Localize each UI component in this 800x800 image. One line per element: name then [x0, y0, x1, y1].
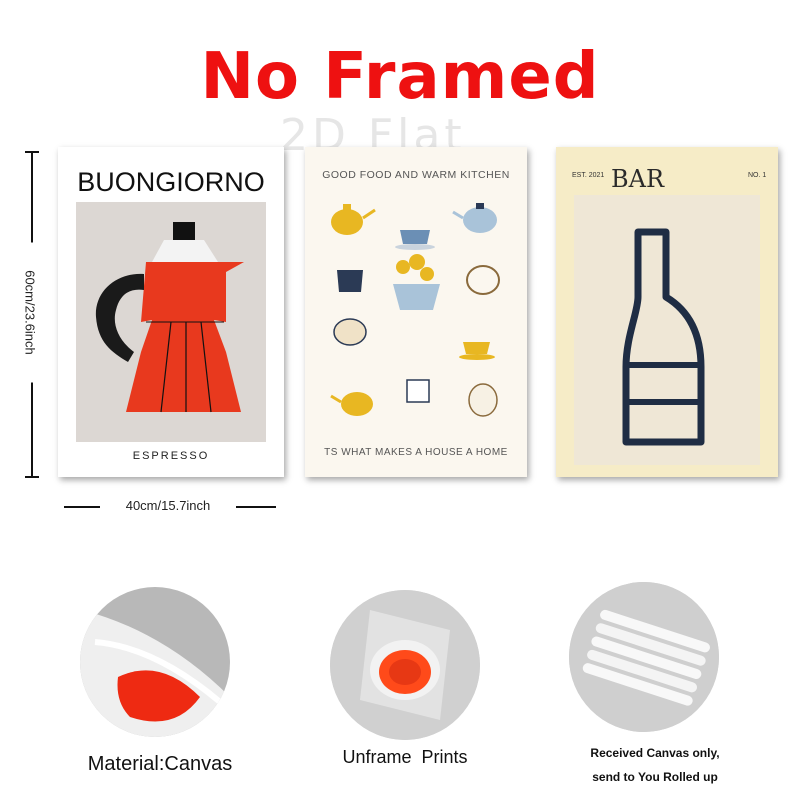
poster-bar-stories: EST. 2021 BAR STORIES NO. 1 [556, 147, 778, 477]
poster-title: BUONGIORNO [77, 167, 265, 197]
feature-caption-material: Material:Canvas [87, 753, 233, 775]
poster-est-label: EST. 2021 [572, 172, 605, 179]
width-dimension-line-right [236, 506, 276, 508]
poster-caption: ESPRESSO [132, 450, 210, 462]
rolled-canvas-photo [569, 582, 719, 732]
yellow-teapot-icon [331, 204, 376, 235]
blue-teapot-icon [452, 203, 497, 233]
feature-caption-rolled-line1: Received Canvas only, [590, 746, 720, 760]
navy-cup-icon [337, 270, 363, 292]
feature-caption-unframe: Unframe Prints [342, 747, 468, 767]
yellow-cup-icon [459, 342, 495, 360]
poster-heading: GOOD FOOD AND WARM KITCHEN [322, 169, 510, 181]
patterned-teapot-icon [333, 318, 367, 346]
poster-kitchen: GOOD FOOD AND WARM KITCHEN TS WHAT MAKES… [305, 147, 527, 477]
yellow-kettle-icon [330, 392, 373, 416]
poster-number-label: NO. 1 [748, 172, 767, 179]
page-title: No Framed [200, 40, 600, 114]
width-dimension-label: 40cm/15.7inch [125, 498, 211, 513]
canvas-material-photo [80, 587, 230, 737]
feature-caption-rolled-line2: send to You Rolled up [592, 770, 718, 784]
sunflower-pot-icon [393, 254, 440, 310]
moka-pot-illustration [76, 202, 266, 442]
poster-buongiorno: BUONGIORNO ESPRESSO [58, 147, 284, 477]
blue-cup-icon [395, 230, 435, 250]
teapots-illustration [330, 203, 500, 417]
height-dimension-label: 60cm/23.6inch [22, 242, 38, 383]
striped-mug-icon [406, 379, 430, 403]
feature-caption-rolled: Received Canvas only, send to You Rolled… [555, 741, 755, 789]
outline-teapot-icon [466, 265, 500, 295]
poster-caption: TS WHAT MAKES A HOUSE A HOME [324, 447, 508, 458]
height-dimension-cap-top [25, 151, 39, 153]
coffee-pot-icon [468, 383, 498, 417]
height-dimension-cap-bottom [25, 476, 39, 478]
bottle-icon [622, 228, 705, 446]
moka-knob-icon [173, 222, 195, 240]
width-dimension-line-left [64, 506, 100, 508]
unframed-roll-photo [330, 590, 480, 740]
